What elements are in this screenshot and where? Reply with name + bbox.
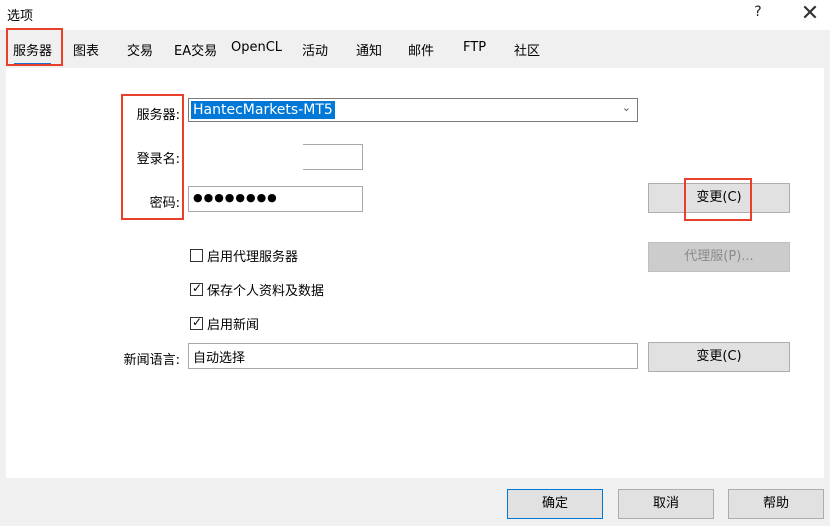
tab-charts[interactable]: 图表 [73,40,99,62]
help-icon[interactable]: ? [749,4,767,24]
tab-opencl[interactable]: OpenCL [231,40,282,62]
tab-community[interactable]: 社区 [514,40,540,62]
enable-proxy-checkbox[interactable] [190,249,203,262]
tab-bar: 服务器 图表 交易 EA交易 OpenCL 活动 通知 邮件 FTP 社区 [0,34,830,66]
news-language-label: 新闻语言: [123,353,180,368]
login-input[interactable] [303,144,363,170]
change-news-language-button[interactable]: 变更(C) [648,342,790,372]
tab-expert-advisors[interactable]: EA交易 [174,40,217,62]
save-data-checkbox[interactable]: ✓ [190,281,203,296]
tab-highlight-box [6,28,63,66]
tab-ftp[interactable]: FTP [463,40,486,62]
tab-notifications[interactable]: 通知 [356,40,382,62]
news-language-input[interactable]: 自动选择 [188,343,638,369]
enable-proxy-label: 启用代理服务器 [207,250,299,265]
checkmark-icon: ✓ [192,315,203,329]
ok-button[interactable]: 确定 [507,489,603,519]
tab-email[interactable]: 邮件 [408,40,434,62]
enable-news-label: 启用新闻 [207,318,260,333]
cancel-button[interactable]: 取消 [618,489,714,519]
server-value: HantecMarkets-MT5 [191,101,335,119]
window-title: 选项 [7,9,34,24]
proxy-button[interactable]: 代理服(P)... [648,242,790,272]
enable-news-checkbox[interactable]: ✓ [190,315,203,330]
labels-highlight-box [121,94,184,220]
server-select[interactable]: HantecMarkets-MT5 ⌄ [188,98,638,122]
save-data-label: 保存个人资料及数据 [207,284,325,299]
close-icon[interactable]: ✕ [797,0,823,28]
tab-trade[interactable]: 交易 [127,40,153,62]
tab-events[interactable]: 活动 [302,40,328,62]
title-bar [0,0,830,30]
password-input[interactable]: ●●●●●●●● [188,186,363,212]
chevron-down-icon: ⌄ [621,101,631,114]
help-button[interactable]: 帮助 [728,489,824,519]
checkmark-icon: ✓ [192,281,203,295]
change-button-highlight-box [684,178,752,221]
